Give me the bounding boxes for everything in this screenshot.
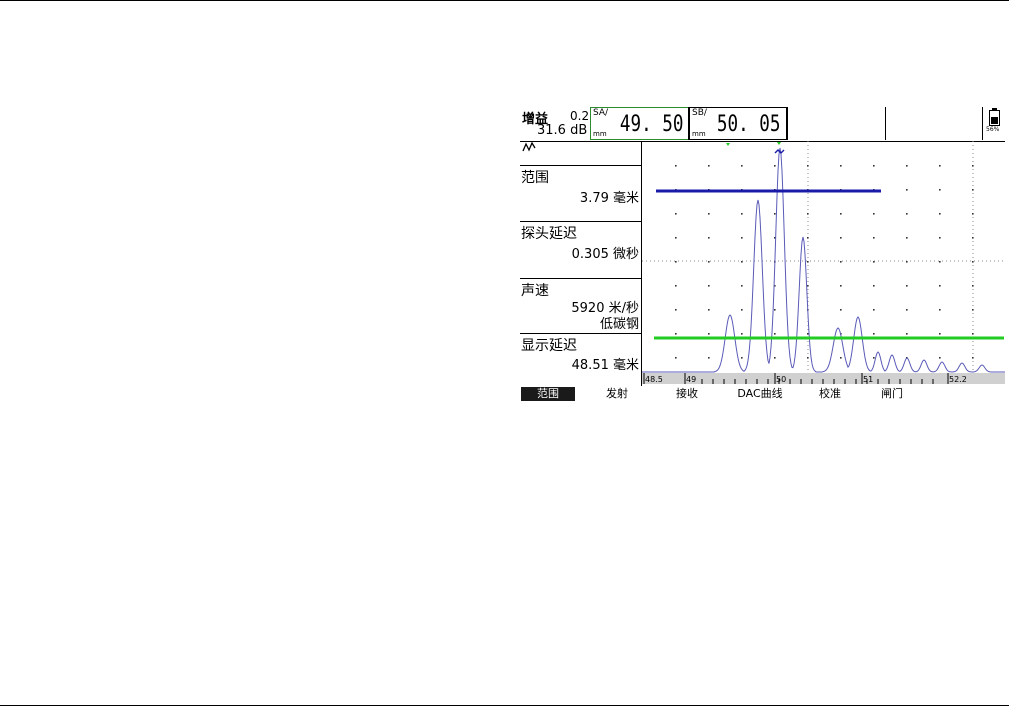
menu-item-transmit[interactable]: 发射 [592, 387, 642, 401]
menu-item-dac-curve[interactable]: DAC曲线 [725, 387, 795, 401]
param-probe-delay-label: 探头延迟 [521, 226, 577, 242]
header-divider [885, 107, 886, 140]
menu-item-gate[interactable]: 闸门 [867, 387, 917, 401]
readout-sa-unit: mm [593, 130, 607, 138]
param-velocity[interactable]: 声速 5920 米/秒 低碳钢 [520, 278, 641, 334]
bottom-menu-bar: 范围 发射 接收 DAC曲线 校准 闸门 [520, 386, 1005, 401]
menu-item-receive[interactable]: 接收 [662, 387, 712, 401]
a-scan-display[interactable]: 48.5 49 50 51 52.2 [642, 141, 1005, 386]
param-range-label: 范围 [521, 170, 549, 186]
header-bar: 增益 0.2 31.6 dB SA/ mm 49. 50 SB/ mm 50. … [520, 107, 1005, 142]
parameter-panel: 范围 3.79 毫米 探头延迟 0.305 微秒 声速 5920 米/秒 低碳钢… [520, 141, 642, 386]
gain-step[interactable]: 0.2 [570, 109, 589, 123]
readout-sb-value: 50. 05 [716, 112, 780, 137]
header-divider [982, 107, 983, 140]
page-top-rule [0, 0, 1009, 1]
param-velocity-material: 低碳钢 [599, 317, 639, 332]
gain-value[interactable]: 31.6 dB [537, 123, 587, 138]
scale-label: 48.5 [645, 375, 663, 384]
param-display-delay-value: 48.51 毫米 [571, 358, 639, 373]
ultrasonic-flaw-detector-screen: 增益 0.2 31.6 dB SA/ mm 49. 50 SB/ mm 50. … [520, 107, 1005, 403]
battery-percent: 56% [986, 126, 1000, 133]
param-display-delay-label: 显示延迟 [521, 338, 577, 354]
peak-marker [774, 142, 785, 154]
scale-label: 51 [863, 375, 873, 384]
param-velocity-label: 声速 [521, 283, 549, 299]
scale-label: 49 [686, 375, 696, 384]
scale-label: 52.2 [949, 375, 967, 384]
readout-sa-label: SA/ [593, 108, 609, 118]
readout-sb-unit: mm [692, 130, 706, 138]
readout-sa-value: 49. 50 [619, 112, 683, 137]
scale-label: 50 [776, 375, 786, 384]
param-range-value: 3.79 毫米 [579, 191, 639, 206]
menu-item-calibrate[interactable]: 校准 [805, 387, 855, 401]
gate-a-marker [726, 143, 730, 146]
param-probe-delay-value: 0.305 微秒 [571, 247, 639, 262]
param-probe-delay[interactable]: 探头延迟 0.305 微秒 [520, 221, 641, 279]
readout-sb-label: SB/ [692, 108, 707, 118]
menu-item-range[interactable]: 范围 [521, 387, 575, 401]
page-bottom-rule [0, 705, 1009, 706]
readout-sa: SA/ mm 49. 50 [590, 107, 690, 140]
param-display-delay[interactable]: 显示延迟 48.51 毫米 [520, 333, 641, 387]
battery-icon: 56% [986, 108, 1002, 138]
rectify-wave-icon [522, 141, 536, 155]
param-range[interactable]: 范围 3.79 毫米 [520, 165, 641, 222]
readout-sb: SB/ mm 50. 05 [688, 107, 788, 140]
